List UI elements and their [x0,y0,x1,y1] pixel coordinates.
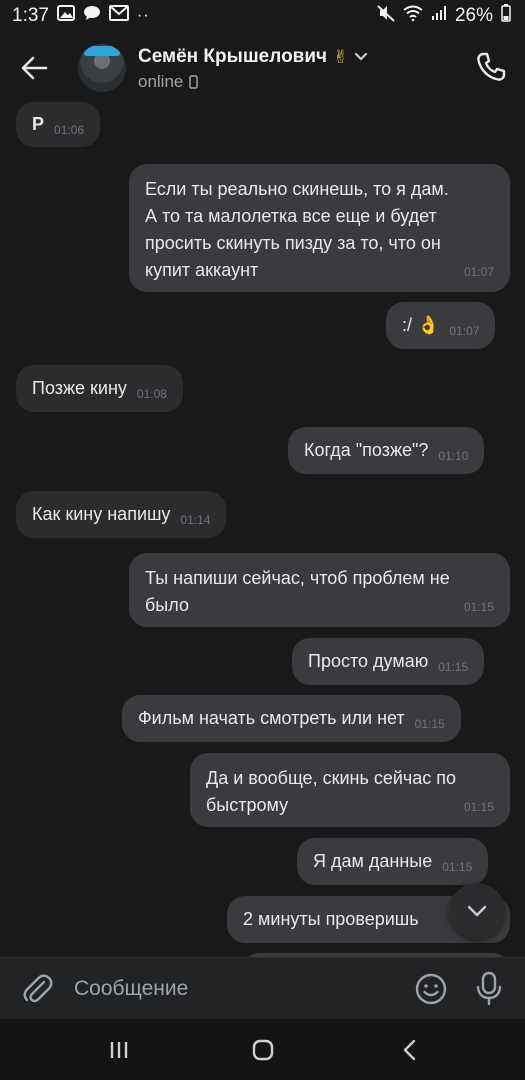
message-in[interactable]: Позже кину 01:08 [16,365,183,412]
message-list[interactable]: Р 01:06 Если ты реально скинешь, то я дам… [0,102,525,957]
message-time: 01:14 [180,513,211,527]
chat-header: Семён Крышелович ✌ online [0,32,525,102]
message-time: 01:15 [438,660,469,674]
scroll-down-button[interactable] [449,883,505,939]
message-out[interactable]: Если ты реально скинешь, то я дам. А то … [129,164,510,292]
message-time: 01:15 [463,600,494,614]
status-bar: 1:37 ·· 26% [0,0,525,32]
message-in[interactable]: Р 01:06 [16,102,101,147]
message-out[interactable]: Да и вообще, скинь сейчас по быстрому 01… [190,753,510,827]
home-icon [252,1039,274,1061]
message-time: 01:07 [449,324,480,338]
status-time: 1:37 [12,5,49,26]
message-text: :/ 👌 [402,315,440,335]
message-text: 2 минуты проверишь [243,909,419,929]
mail-icon [108,5,129,27]
status-right: 26% [377,4,511,28]
status-text: online [138,72,184,91]
chat-screen: 1:37 ·· 26% Семён Крышелович ✌ online Р … [0,0,525,1080]
paperclip-icon [23,974,53,1003]
message-text: Когда "позже"? [304,440,429,460]
phone-icon [477,52,506,81]
message-time: 01:15 [414,717,445,731]
message-out[interactable]: Фильм начать смотреть или нет 01:15 [122,695,461,742]
emoji-button[interactable] [414,972,448,1006]
microphone-icon [476,971,502,1006]
status-left: 1:37 ·· [12,5,150,27]
system-back-button[interactable] [395,1036,425,1064]
arrow-left-icon [21,56,48,80]
message-time: 01:15 [463,800,494,814]
message-time: 01:15 [442,860,473,874]
battery-percent: 26% [454,5,493,26]
chevron-down-icon [355,52,368,61]
recent-apps-icon [110,1042,128,1058]
message-time: 01:07 [463,265,494,279]
call-button[interactable] [474,50,508,84]
message-text: Позже кину [32,378,127,398]
message-in[interactable]: Как кину напишу 01:14 [16,491,227,538]
message-text: Я дам данные [313,851,433,871]
signal-icon [431,5,447,27]
message-text: Р [32,114,45,134]
gallery-icon [56,5,75,27]
home-button[interactable] [248,1036,278,1064]
chevron-down-icon [467,905,487,917]
message-text: Ты напиши сейчас, чтоб проблем не было [145,568,450,615]
message-out[interactable]: Когда "позже"? 01:10 [288,427,485,474]
mobile-device-icon [189,75,199,89]
system-navigation-bar [0,1019,525,1080]
message-text: Если ты реально скинешь, то я дам. А то … [145,179,449,280]
message-time: 01:06 [54,123,85,137]
chevron-left-icon [403,1039,416,1061]
attach-button[interactable] [20,972,54,1006]
message-time: 01:08 [136,387,167,401]
message-text: Да и вообще, скинь сейчас по быстрому [206,768,457,815]
message-composer [0,957,525,1019]
mute-icon [377,4,395,28]
voice-message-button[interactable] [474,971,504,1007]
message-out[interactable]: Я дам данные 01:15 [297,838,489,885]
message-out[interactable]: Просто думаю 01:15 [292,638,485,685]
message-out[interactable]: Ты напиши сейчас, чтоб проблем не было 0… [129,553,510,627]
contact-status: online [138,72,199,92]
message-text: Просто думаю [308,651,429,671]
message-time: 01:10 [438,449,469,463]
message-out[interactable]: :/ 👌 01:07 [386,302,496,349]
victory-hand-emoji: ✌ [333,46,349,67]
message-text: Фильм начать смотреть или нет [138,708,405,728]
avatar-banner [84,46,120,56]
wifi-icon [403,5,423,27]
message-text: Как кину напишу [32,504,171,524]
contact-name-text: Семён Крышелович [138,46,328,67]
recent-apps-button[interactable] [105,1036,135,1064]
back-button[interactable] [18,52,50,84]
battery-icon [501,4,511,28]
message-input[interactable] [74,972,394,1006]
chat-bubble-icon [83,5,101,27]
contact-name[interactable]: Семён Крышелович ✌ [138,46,368,68]
status-more-dots: ·· [136,7,150,24]
smile-icon [415,973,447,1005]
avatar[interactable] [78,44,126,92]
